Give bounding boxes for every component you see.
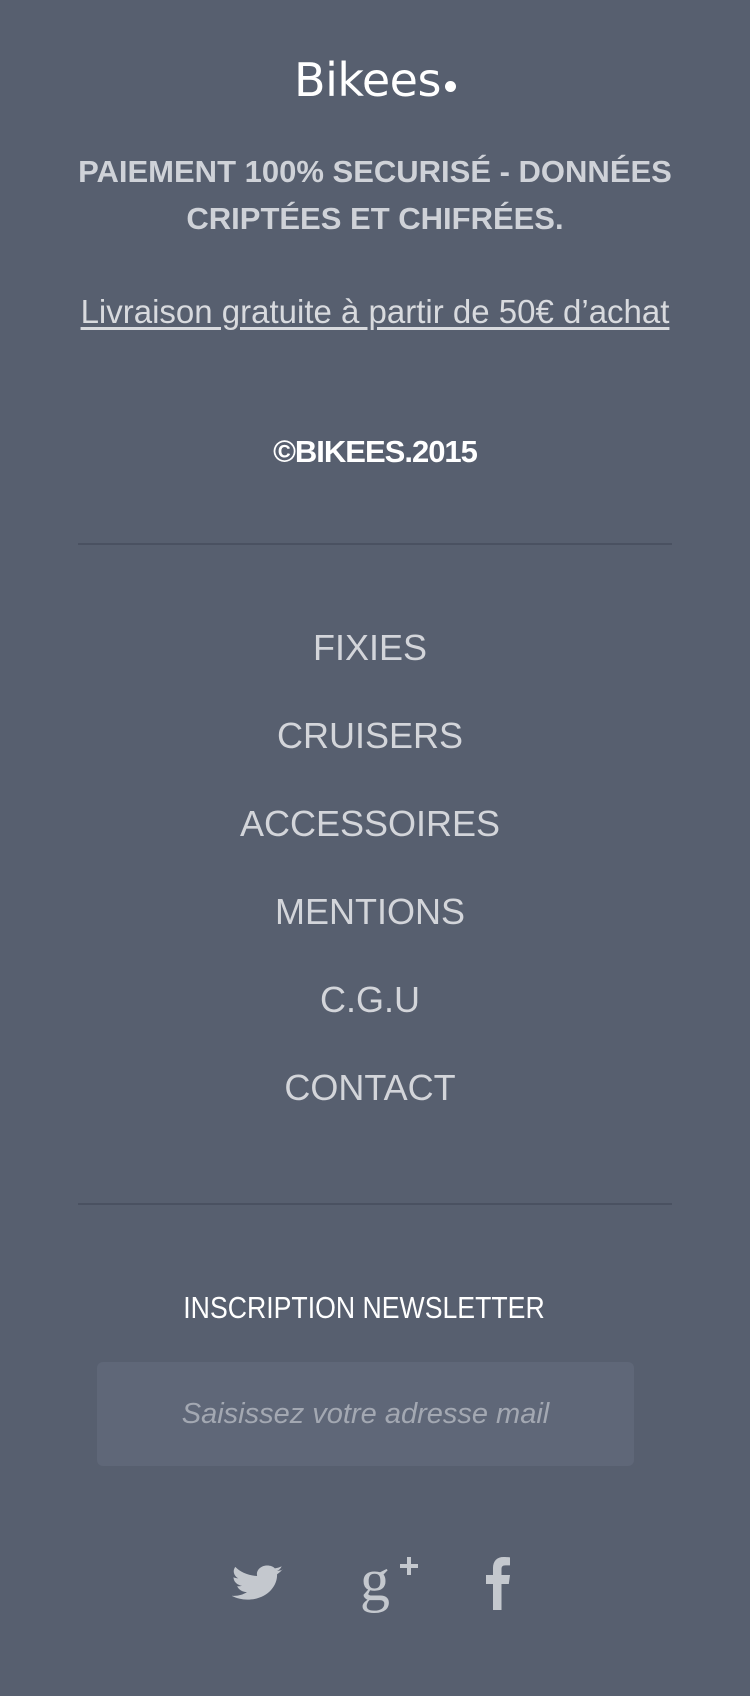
brand-name: Bikees	[294, 53, 441, 107]
nav-item-fixies[interactable]: FIXIES	[0, 620, 740, 708]
newsletter-email-input[interactable]	[97, 1362, 634, 1466]
svg-text:g: g	[360, 1550, 390, 1613]
social-links: g	[0, 1550, 750, 1614]
newsletter-title: INSCRIPTION NEWSLETTER	[183, 1290, 545, 1325]
google-plus-icon: g	[360, 1550, 418, 1613]
divider-bottom	[78, 1203, 672, 1205]
twitter-icon	[232, 1565, 284, 1600]
footer-nav: FIXIES CRUISERS ACCESSOIRES MENTIONS C.G…	[0, 620, 740, 1148]
facebook-link[interactable]	[484, 1550, 514, 1614]
copyright-text: ©BIKEES.2015	[273, 434, 478, 469]
divider-top	[78, 543, 672, 545]
logo-dot-icon	[444, 81, 456, 92]
brand-logo[interactable]: Bikees	[0, 52, 750, 108]
nav-item-cruisers[interactable]: CRUISERS	[0, 708, 740, 796]
site-footer: Bikees PAIEMENT 100% SECURISÉ - DONNÉES …	[0, 0, 750, 1696]
nav-item-contact[interactable]: CONTACT	[0, 1060, 740, 1148]
secure-payment-text: PAIEMENT 100% SECURISÉ - DONNÉES CRIPTÉE…	[78, 154, 672, 236]
facebook-icon	[486, 1557, 510, 1610]
nav-item-cgu[interactable]: C.G.U	[0, 972, 740, 1060]
nav-item-accessoires[interactable]: ACCESSOIRES	[0, 796, 740, 884]
google-plus-link[interactable]: g	[360, 1550, 422, 1614]
free-delivery-link[interactable]: Livraison gratuite à partir de 50€ d’ach…	[0, 288, 750, 336]
nav-item-mentions[interactable]: MENTIONS	[0, 884, 740, 972]
twitter-link[interactable]	[232, 1550, 284, 1614]
